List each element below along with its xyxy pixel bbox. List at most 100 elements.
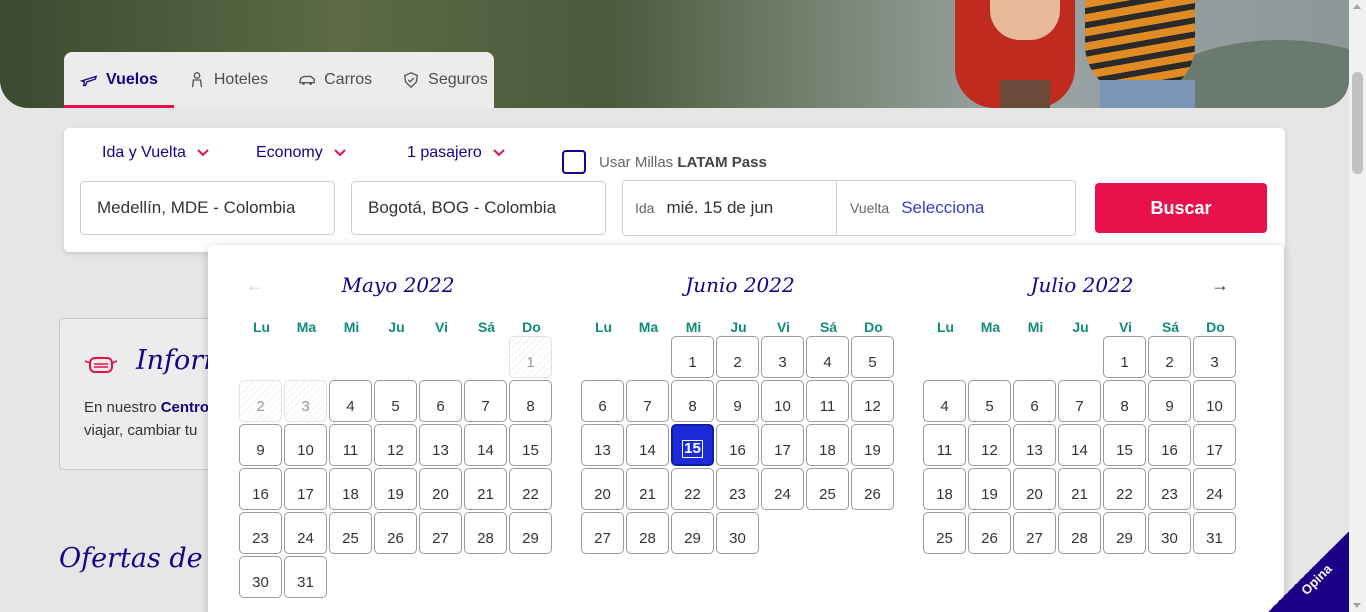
calendar-day[interactable]: 25 [806, 468, 849, 510]
calendar-day[interactable]: 18 [923, 468, 966, 510]
calendar-day[interactable]: 28 [464, 512, 507, 554]
calendar-day[interactable]: 31 [284, 556, 327, 598]
calendar-day[interactable]: 22 [671, 468, 714, 510]
calendar-day[interactable]: 11 [329, 424, 372, 466]
calendar-day[interactable]: 8 [509, 380, 552, 422]
calendar-day[interactable]: 8 [1103, 380, 1146, 422]
info-center-link[interactable]: Centro [161, 399, 209, 416]
calendar-day[interactable]: 28 [626, 512, 669, 554]
calendar-day[interactable]: 25 [923, 512, 966, 554]
feedback-opina-button[interactable]: Opina [1268, 530, 1350, 612]
page-scrollbar[interactable] [1349, 0, 1366, 612]
calendar-day[interactable]: 8 [671, 380, 714, 422]
calendar-day[interactable]: 13 [1013, 424, 1056, 466]
calendar-day[interactable]: 10 [1193, 380, 1236, 422]
calendar-day[interactable]: 30 [716, 512, 759, 554]
calendar-day[interactable]: 19 [851, 424, 894, 466]
calendar-day[interactable]: 12 [851, 380, 894, 422]
calendar-day[interactable]: 13 [419, 424, 462, 466]
calendar-day[interactable]: 28 [1058, 512, 1101, 554]
calendar-day[interactable]: 29 [671, 512, 714, 554]
calendar-day[interactable]: 25 [329, 512, 372, 554]
calendar-day[interactable]: 23 [239, 512, 282, 554]
calendar-day[interactable]: 3 [761, 336, 804, 378]
calendar-day[interactable]: 7 [464, 380, 507, 422]
calendar-day[interactable]: 18 [329, 468, 372, 510]
calendar-day[interactable]: 2 [1148, 336, 1191, 378]
calendar-day[interactable]: 16 [1148, 424, 1191, 466]
calendar-day[interactable]: 20 [1013, 468, 1056, 510]
calendar-day[interactable]: 3 [1193, 336, 1236, 378]
calendar-day[interactable]: 11 [923, 424, 966, 466]
calendar-day[interactable]: 4 [806, 336, 849, 378]
calendar-day[interactable]: 1 [671, 336, 714, 378]
calendar-day[interactable]: 7 [626, 380, 669, 422]
calendar-day[interactable]: 30 [239, 556, 282, 598]
calendar-day[interactable]: 6 [581, 380, 624, 422]
calendar-day[interactable]: 5 [968, 380, 1011, 422]
calendar-day[interactable]: 20 [419, 468, 462, 510]
calendar-day[interactable]: 30 [1148, 512, 1191, 554]
calendar-day[interactable]: 20 [581, 468, 624, 510]
tab-seguros[interactable]: Seguros [402, 52, 488, 108]
calendar-day[interactable]: 17 [761, 424, 804, 466]
calendar-day[interactable]: 1 [1103, 336, 1146, 378]
calendar-day[interactable]: 10 [761, 380, 804, 422]
calendar-day[interactable]: 4 [329, 380, 372, 422]
calendar-day[interactable]: 22 [1103, 468, 1146, 510]
calendar-day[interactable]: 26 [968, 512, 1011, 554]
calendar-day[interactable]: 10 [284, 424, 327, 466]
calendar-day[interactable]: 26 [851, 468, 894, 510]
calendar-day[interactable]: 13 [581, 424, 624, 466]
calendar-day[interactable]: 27 [1013, 512, 1056, 554]
calendar-day[interactable]: 21 [1058, 468, 1101, 510]
calendar-day[interactable]: 9 [716, 380, 759, 422]
calendar-day-selected[interactable]: 15 [671, 424, 714, 466]
passengers-dropdown[interactable]: 1 pasajero [407, 144, 506, 162]
calendar-day[interactable]: 12 [374, 424, 417, 466]
calendar-day[interactable]: 14 [1058, 424, 1101, 466]
use-miles-option[interactable]: Usar Millas LATAM Pass [562, 150, 767, 174]
cabin-dropdown[interactable]: Economy [256, 144, 347, 162]
calendar-day[interactable]: 14 [626, 424, 669, 466]
calendar-day[interactable]: 16 [716, 424, 759, 466]
calendar-day[interactable]: 16 [239, 468, 282, 510]
calendar-day[interactable]: 17 [1193, 424, 1236, 466]
calendar-day[interactable]: 27 [419, 512, 462, 554]
calendar-day[interactable]: 23 [716, 468, 759, 510]
calendar-day[interactable]: 15 [1103, 424, 1146, 466]
calendar-day[interactable]: 4 [923, 380, 966, 422]
calendar-day[interactable]: 9 [1148, 380, 1191, 422]
calendar-day[interactable]: 12 [968, 424, 1011, 466]
calendar-day[interactable]: 27 [581, 512, 624, 554]
scroll-up-arrow-icon[interactable] [1353, 4, 1361, 9]
calendar-day[interactable]: 24 [761, 468, 804, 510]
calendar-day[interactable]: 17 [284, 468, 327, 510]
calendar-day[interactable]: 21 [626, 468, 669, 510]
calendar-day[interactable]: 26 [374, 512, 417, 554]
return-date-field[interactable]: Vuelta Selecciona [850, 181, 984, 235]
calendar-day[interactable]: 19 [968, 468, 1011, 510]
destination-field[interactable]: Bogotá, BOG - Colombia [351, 181, 606, 235]
departure-date-field[interactable]: Ida mié. 15 de jun [635, 181, 773, 235]
tab-carros[interactable]: Carros [298, 52, 372, 108]
origin-field[interactable]: Medellín, MDE - Colombia [80, 181, 335, 235]
search-button[interactable]: Buscar [1095, 183, 1267, 233]
calendar-day[interactable]: 5 [374, 380, 417, 422]
calendar-day[interactable]: 14 [464, 424, 507, 466]
use-miles-checkbox[interactable] [562, 150, 586, 174]
calendar-day[interactable]: 11 [806, 380, 849, 422]
calendar-day[interactable]: 29 [509, 512, 552, 554]
calendar-day[interactable]: 6 [1013, 380, 1056, 422]
calendar-day[interactable]: 24 [1193, 468, 1236, 510]
calendar-day[interactable]: 18 [806, 424, 849, 466]
trip-type-dropdown[interactable]: Ida y Vuelta [102, 144, 210, 162]
scrollbar-thumb[interactable] [1352, 72, 1363, 174]
calendar-day[interactable]: 9 [239, 424, 282, 466]
scroll-down-arrow-icon[interactable] [1353, 603, 1361, 608]
calendar-day[interactable]: 29 [1103, 512, 1146, 554]
tab-hoteles[interactable]: Hoteles [188, 52, 268, 108]
calendar-day[interactable]: 24 [284, 512, 327, 554]
calendar-day[interactable]: 7 [1058, 380, 1101, 422]
calendar-day[interactable]: 6 [419, 380, 462, 422]
